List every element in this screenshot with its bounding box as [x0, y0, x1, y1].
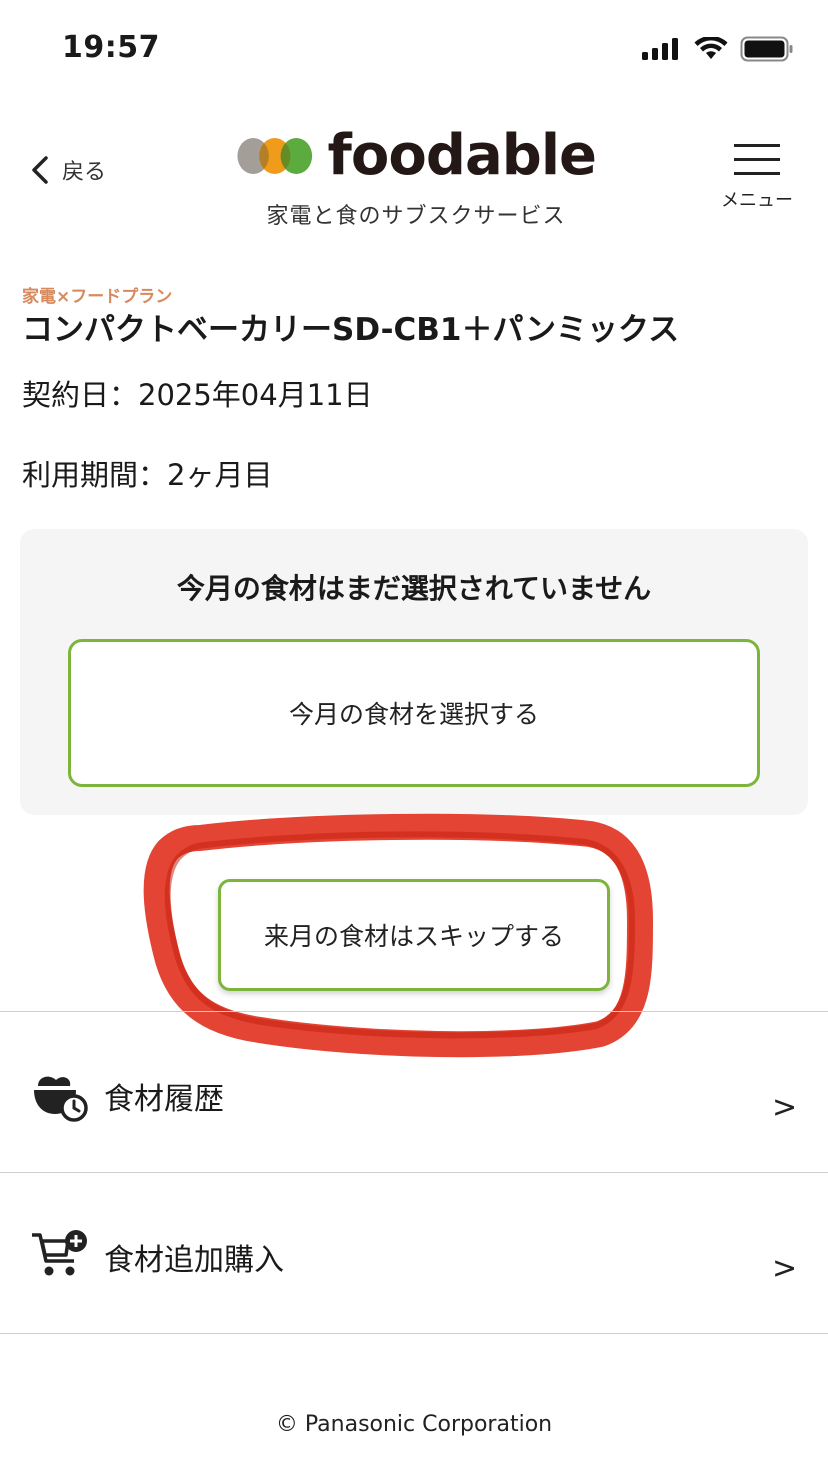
- chevron-right-icon: >: [772, 1251, 798, 1286]
- contract-date: 契約日：2025年04月11日: [22, 378, 373, 412]
- menu-label: メニュー: [721, 190, 793, 211]
- selection-status-heading: 今月の食材はまだ選択されていません: [176, 572, 652, 605]
- select-ingredients-button[interactable]: 今月の食材を選択する: [68, 639, 760, 787]
- ingredient-selection-panel: 今月の食材はまだ選択されていません 今月の食材を選択する: [20, 529, 808, 815]
- plan-title: コンパクトベーカリーSD-CB1＋パンミックス: [22, 312, 680, 348]
- status-time: 19:57: [62, 30, 160, 65]
- chevron-right-icon: >: [772, 1090, 798, 1125]
- chevron-left-icon: [32, 156, 48, 184]
- status-bar: 19:57: [0, 0, 828, 100]
- food-history-icon: [34, 1076, 88, 1122]
- logo-circles-icon: [237, 138, 313, 174]
- logo-wordmark: foodable: [327, 123, 597, 188]
- menu-button[interactable]: メニュー: [720, 144, 794, 212]
- cellular-signal-icon: [642, 38, 678, 60]
- back-label: 戻る: [62, 160, 107, 185]
- list-item-label: 食材追加購入: [104, 1243, 284, 1278]
- back-button[interactable]: 戻る: [30, 154, 106, 186]
- cart-add-icon: [32, 1230, 87, 1276]
- status-icons: [642, 36, 794, 62]
- list-item-label: 食材履歴: [104, 1082, 224, 1117]
- footer-copyright: © Panasonic Corporation: [275, 1412, 553, 1437]
- skip-next-month-button[interactable]: 来月の食材はスキップする: [218, 879, 610, 991]
- app-header: 戻る foodable 家電と食のサブスクサービス メニュー: [0, 110, 828, 240]
- wifi-icon: [694, 37, 728, 59]
- list-item-ingredient-history[interactable]: 食材履歴 >: [0, 1012, 828, 1172]
- hamburger-icon: [720, 144, 794, 175]
- foodable-logo: foodable 家電と食のサブスクサービス: [236, 123, 597, 230]
- divider: [0, 1333, 828, 1334]
- logo-subtitle: 家電と食のサブスクサービス: [266, 204, 566, 229]
- list-item-additional-purchase[interactable]: 食材追加購入 >: [0, 1173, 828, 1333]
- usage-period: 利用期間：2ヶ月目: [22, 458, 273, 492]
- battery-icon: [740, 36, 793, 62]
